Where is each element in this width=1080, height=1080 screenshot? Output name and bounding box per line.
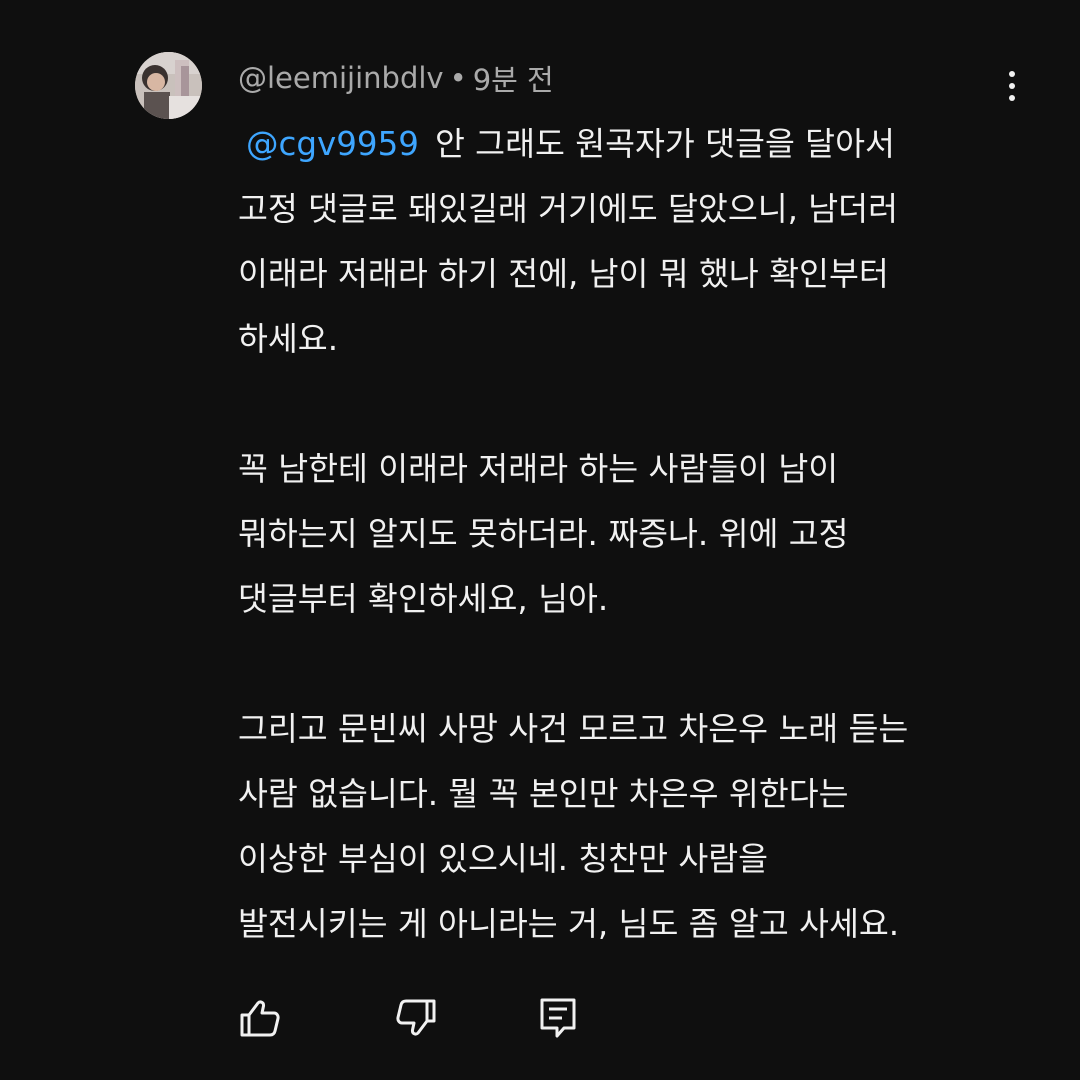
header-separator: • [449, 61, 467, 95]
comment-line: 이상한 부심이 있으시네. 칭찬만 사람을 [238, 840, 769, 878]
thumbs-up-icon [240, 1000, 280, 1037]
more-options-button[interactable] [992, 62, 1032, 110]
author-name[interactable]: @leemijinbdlv [238, 61, 444, 95]
comment-line: 뭐하는지 알지도 못하더라. 짜증나. 위에 고정 [238, 515, 849, 553]
avatar[interactable] [135, 52, 202, 119]
comment-timestamp[interactable]: 9분 전 [473, 57, 554, 99]
comment-actions [0, 994, 1080, 1042]
comment-line: 이래라 저래라 하기 전에, 남이 뭐 했나 확인부터 [238, 255, 889, 293]
comment-line: @cgv9959 안 그래도 원곡자가 댓글을 달아서 [238, 112, 1028, 177]
comment-line: 꼭 남한테 이래라 저래라 하는 사람들이 남이 [238, 450, 839, 488]
dislike-button[interactable] [392, 994, 440, 1042]
avatar-image [135, 52, 202, 119]
more-vertical-icon [1009, 71, 1015, 77]
comment-line-text: 안 그래도 원곡자가 댓글을 달아서 [434, 125, 895, 163]
thumbs-down-icon [396, 999, 436, 1036]
like-button[interactable] [236, 994, 284, 1042]
reply-comment-icon [540, 998, 576, 1038]
comment-line: 발전시키는 게 아니라는 거, 님도 좀 알고 사세요. [238, 905, 900, 943]
comment-thread: @leemijinbdlv • 9분 전 @cgv9959 안 그래도 원곡자가 … [0, 0, 1080, 1080]
more-vertical-icon-dot [1009, 95, 1015, 101]
reply-button[interactable] [534, 994, 582, 1042]
mention-link[interactable]: @cgv9959 [246, 125, 419, 163]
comment-body: @cgv9959 안 그래도 원곡자가 댓글을 달아서 고정 댓글로 돼있길래 거… [238, 112, 1028, 957]
comment-line: 하세요. [238, 320, 339, 358]
comment-header: @leemijinbdlv • 9분 전 [238, 58, 554, 98]
comment-line: 사람 없습니다. 뭘 꼭 본인만 차은우 위한다는 [238, 775, 849, 813]
more-vertical-icon-dot [1009, 83, 1015, 89]
comment-line: 댓글부터 확인하세요, 님아. [238, 580, 609, 618]
comment-line: 고정 댓글로 돼있길래 거기에도 달았으니, 남더러 [238, 190, 898, 228]
comment-line: 그리고 문빈씨 사망 사건 모르고 차은우 노래 듣는 [238, 710, 909, 748]
